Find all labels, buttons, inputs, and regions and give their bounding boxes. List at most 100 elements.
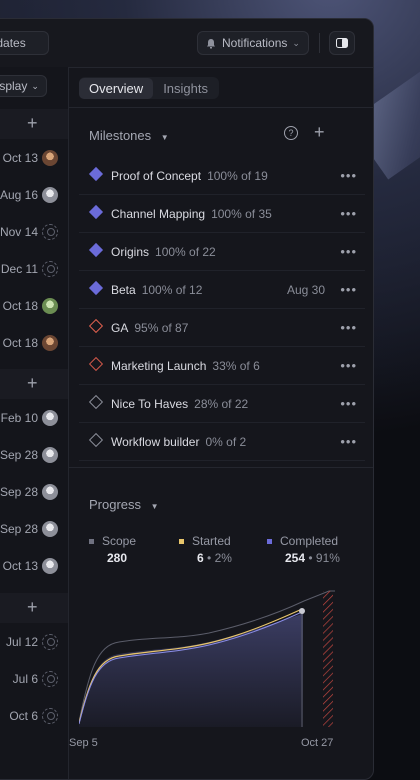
milestone-name: Beta 100% of 12 (111, 282, 203, 297)
milestones-title: Milestones (89, 128, 152, 143)
more-options-icon[interactable]: ••• (340, 320, 357, 335)
add-icon[interactable]: + (27, 598, 38, 616)
scope-swatch (89, 539, 94, 545)
divider (69, 107, 373, 108)
milestone-date: Aug 30 (286, 282, 325, 297)
started-swatch (179, 539, 184, 545)
display-button[interactable]: Display ⌄ (0, 75, 47, 97)
display-label: Display (0, 79, 28, 93)
milestone-row[interactable]: Origins 100% of 22 ••• (79, 233, 365, 271)
progress-chart (79, 590, 335, 727)
unassigned-icon (42, 260, 58, 277)
unassigned-icon (42, 633, 58, 650)
milestone-row[interactable]: Marketing Launch 33% of 6 ••• (79, 347, 365, 385)
app-window: Updates Notifications ⌄ Display ⌄ + Oct … (0, 18, 374, 780)
sidebar-row[interactable]: Feb 10 (0, 399, 68, 436)
divider (69, 467, 373, 468)
divider (319, 33, 320, 53)
caret-down-icon: ▼ (160, 133, 169, 142)
milestone-name: Proof of Concept 100% of 19 (111, 168, 268, 183)
more-options-icon[interactable]: ••• (340, 358, 357, 373)
chevron-down-icon: ⌄ (292, 37, 300, 48)
started-value: 6 • 2% (197, 551, 232, 565)
sidebar-row[interactable]: Oct 18 (0, 287, 68, 324)
avatar (42, 334, 58, 351)
completed-swatch (267, 539, 272, 545)
sidebar-row-date: Nov 14 (0, 224, 38, 239)
sidebar-row[interactable]: Jul 12 (0, 623, 68, 660)
today-dot (299, 608, 305, 614)
sidebar-group-header: + (0, 109, 68, 139)
tab-insights[interactable]: Insights (153, 78, 218, 99)
sidebar-row-date: Oct 18 (2, 298, 38, 313)
milestone-progress: 100% of 35 (211, 206, 272, 221)
add-icon[interactable]: + (27, 114, 38, 132)
sidebar-row-date: Sep 28 (0, 521, 38, 536)
milestone-diamond-icon (88, 204, 104, 220)
panel-toggle-icon (336, 38, 348, 48)
scope-label: Scope (89, 534, 136, 548)
notifications-label: Notifications (222, 36, 288, 50)
more-options-icon[interactable]: ••• (340, 396, 357, 411)
unassigned-icon (42, 670, 58, 687)
avatar (42, 186, 58, 203)
tab-overview[interactable]: Overview (79, 77, 154, 99)
milestone-row[interactable]: Workflow builder 0% of 2 ••• (79, 423, 365, 461)
sidebar-row[interactable]: Sep 28 (0, 436, 68, 473)
tab-bar: Overview Insights (79, 77, 219, 99)
milestone-row[interactable]: Beta 100% of 12 Aug 30 ••• (79, 271, 365, 309)
milestone-diamond-icon (88, 394, 104, 410)
sidebar-row[interactable]: Oct 13 (0, 547, 68, 584)
sidebar-row-date: Oct 6 (9, 708, 38, 723)
x-axis-end: Oct 27 (301, 737, 334, 749)
more-options-icon[interactable]: ••• (340, 206, 357, 221)
sidebar-row[interactable]: Oct 6 (0, 697, 68, 734)
milestones-header[interactable]: Milestones ▼ (89, 128, 169, 143)
sidebar-row[interactable]: Jul 6 (0, 660, 68, 697)
milestone-row[interactable]: GA 95% of 87 ••• (79, 309, 365, 347)
remaining-window (323, 591, 333, 727)
avatar (42, 520, 58, 537)
avatar (42, 297, 58, 314)
topbar: Updates Notifications ⌄ (0, 19, 373, 68)
milestone-row[interactable]: Nice To Haves 28% of 22 ••• (79, 385, 365, 423)
milestone-name: Workflow builder 0% of 2 (111, 434, 247, 449)
milestone-row[interactable]: Channel Mapping 100% of 35 ••• (79, 195, 365, 233)
milestone-name: Channel Mapping 100% of 35 (111, 206, 272, 221)
started-label: Started (179, 534, 231, 548)
more-options-icon[interactable]: ••• (340, 282, 357, 297)
sidebar-row-date: Oct 13 (2, 150, 38, 165)
more-options-icon[interactable]: ••• (340, 244, 357, 259)
more-options-icon[interactable]: ••• (340, 434, 357, 449)
sidebar-row[interactable]: Sep 28 (0, 473, 68, 510)
sidebar-row[interactable]: Oct 18 (0, 324, 68, 361)
milestone-diamond-icon (88, 242, 104, 258)
sidebar-group-header: + (0, 593, 68, 623)
help-icon[interactable]: ? (284, 126, 298, 140)
sidebar-row-date: Oct 18 (2, 335, 38, 350)
sidebar-row-date: Sep 28 (0, 484, 38, 499)
milestone-name: GA 95% of 87 (111, 320, 189, 335)
add-icon[interactable]: + (27, 374, 38, 392)
panel-toggle-button[interactable] (329, 31, 355, 55)
progress-header[interactable]: Progress ▼ (89, 497, 159, 512)
sidebar-row[interactable]: Aug 16 (0, 176, 68, 213)
milestone-progress: 100% of 12 (141, 282, 203, 297)
notifications-button[interactable]: Notifications ⌄ (197, 31, 309, 55)
more-options-icon[interactable]: ••• (340, 168, 357, 183)
sidebar-row[interactable]: Nov 14 (0, 213, 68, 250)
updates-button[interactable]: Updates (0, 31, 49, 55)
add-milestone-icon[interactable]: + (314, 123, 325, 141)
progress-title: Progress (89, 497, 142, 512)
avatar (42, 557, 58, 574)
bell-icon (207, 38, 215, 48)
updates-label: Updates (0, 36, 26, 50)
avatar (42, 483, 58, 500)
avatar (42, 149, 58, 166)
milestone-row[interactable]: Proof of Concept 100% of 19 ••• (79, 157, 365, 195)
sidebar-row[interactable]: Oct 13 (0, 139, 68, 176)
sidebar-group-header: + (0, 369, 68, 399)
sidebar-row[interactable]: Sep 28 (0, 510, 68, 547)
unassigned-icon (42, 707, 58, 724)
sidebar-row[interactable]: Dec 11 (0, 250, 68, 287)
